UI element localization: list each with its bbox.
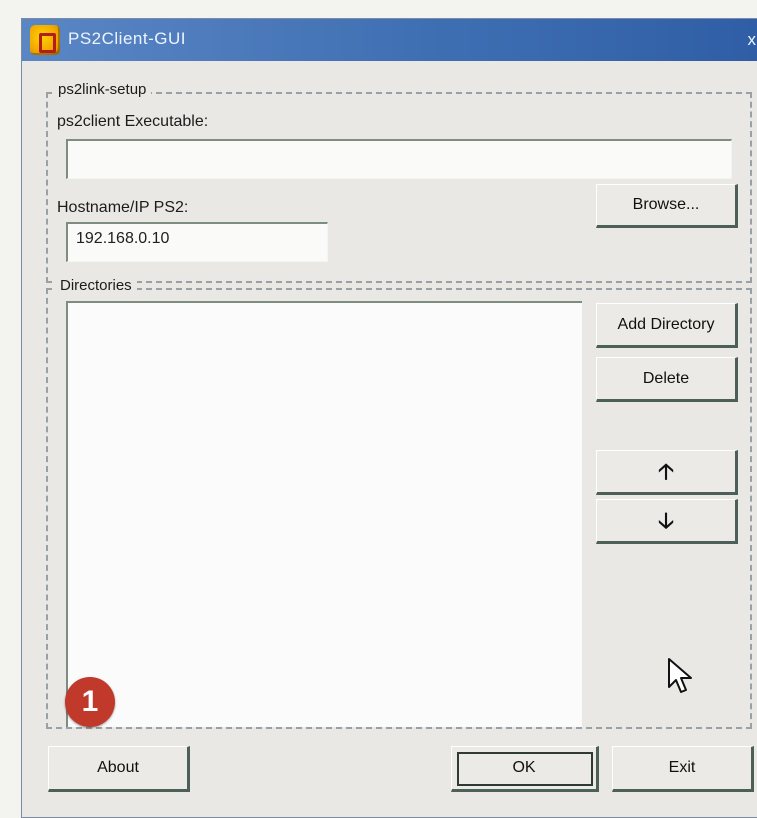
directories-group-legend: Directories (55, 277, 137, 294)
executable-label: ps2client Executable: (57, 113, 209, 130)
about-button[interactable]: About (48, 746, 190, 792)
directories-list[interactable] (66, 301, 582, 727)
title-bar[interactable]: PS2Client-GUI x (22, 19, 757, 61)
close-icon[interactable]: x (748, 30, 757, 50)
delete-button[interactable]: Delete (596, 357, 738, 402)
annotation-badge: 1 (65, 677, 115, 727)
hostname-field[interactable]: 192.168.0.10 (66, 222, 328, 262)
browse-button[interactable]: Browse... (596, 184, 738, 228)
window-title: PS2Client-GUI (68, 29, 186, 48)
app-window: PS2Client-GUI x ps2link-setup ps2client … (21, 18, 757, 818)
hostname-label: Hostname/IP PS2: (57, 199, 189, 216)
executable-field[interactable] (66, 139, 732, 179)
setup-group-legend: ps2link-setup (53, 81, 152, 98)
ok-button[interactable]: OK (451, 746, 599, 792)
app-icon (30, 25, 60, 55)
mouse-cursor-icon (668, 658, 692, 693)
add-directory-button[interactable]: Add Directory (596, 303, 738, 348)
move-down-button[interactable]: 🡣 (596, 499, 738, 544)
exit-button[interactable]: Exit (612, 746, 754, 792)
move-up-button[interactable]: 🡡 (596, 450, 738, 495)
